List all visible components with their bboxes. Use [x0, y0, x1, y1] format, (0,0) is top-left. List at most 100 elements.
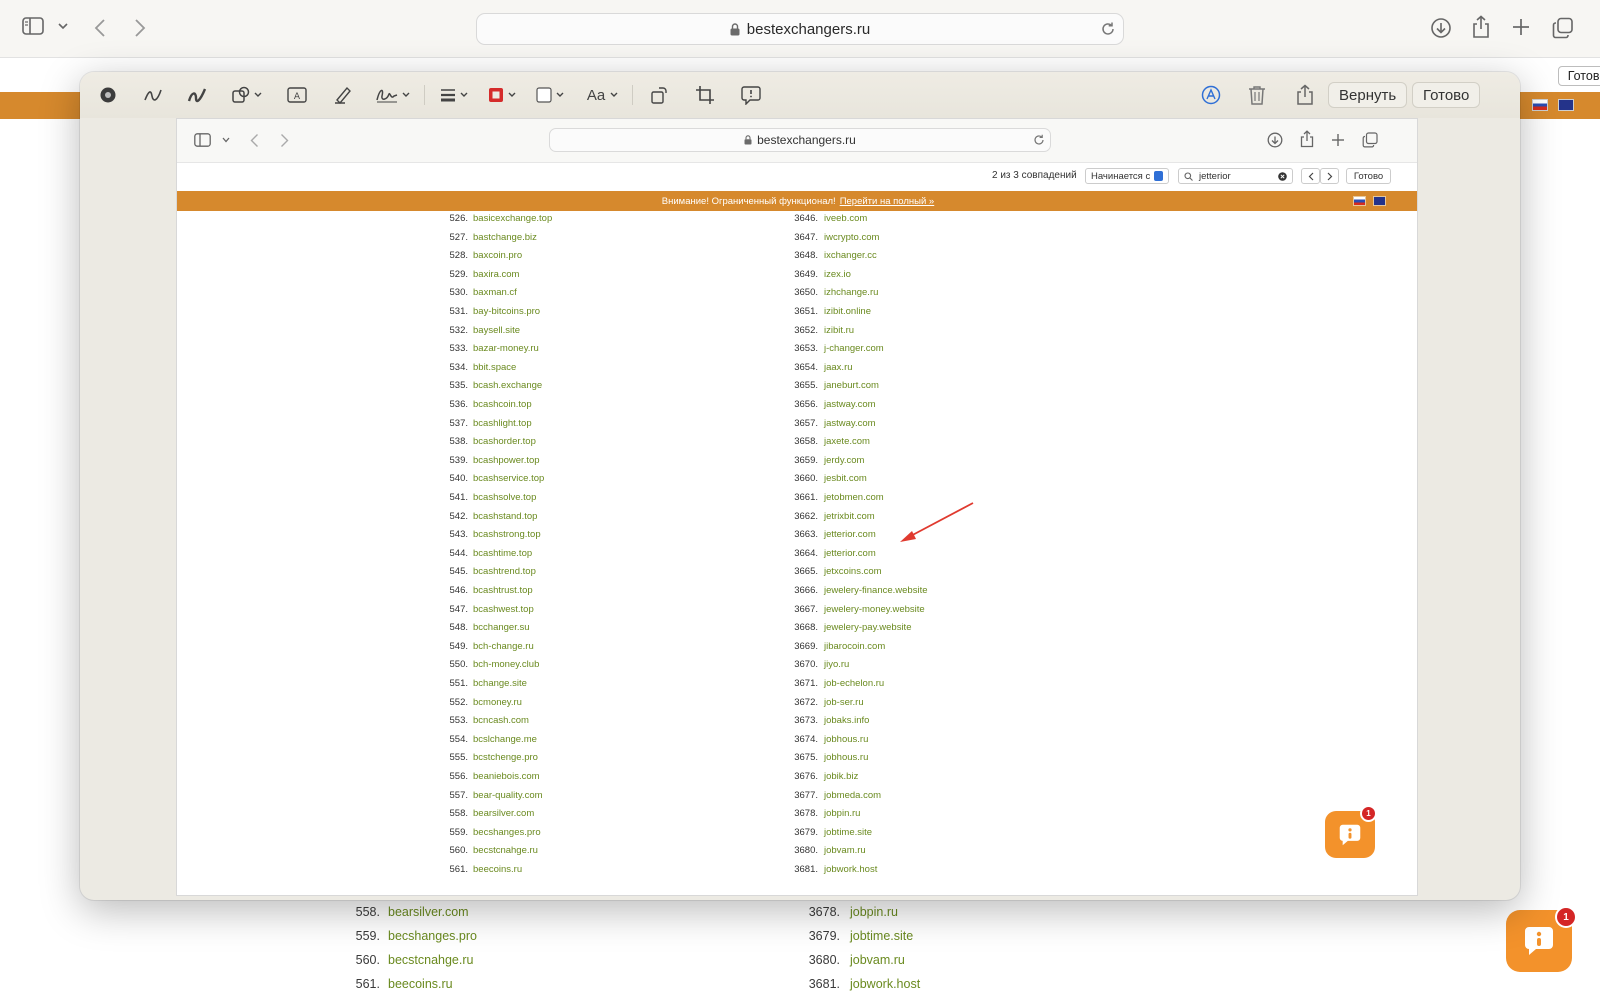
back-icon[interactable] — [94, 18, 106, 38]
exchanger-link[interactable]: bastchange.biz — [473, 228, 537, 247]
exchanger-link[interactable]: becstcnahge.ru — [473, 841, 538, 860]
exchanger-link[interactable]: janeburt.com — [824, 376, 879, 395]
exchanger-link[interactable]: bear-quality.com — [473, 786, 543, 805]
exchanger-link[interactable]: bcashstrong.top — [473, 525, 541, 544]
exchanger-link[interactable]: j-changer.com — [824, 339, 884, 358]
exchanger-link[interactable]: baxman.cf — [473, 283, 517, 302]
exchanger-link[interactable]: bcchanger.su — [473, 618, 530, 637]
record-icon[interactable] — [95, 82, 121, 108]
exchanger-link[interactable]: jesbit.com — [824, 469, 867, 488]
exchanger-link[interactable]: baxcoin.pro — [473, 246, 522, 265]
exchanger-link[interactable]: jastway.com — [824, 414, 876, 433]
signature-icon[interactable] — [374, 82, 414, 108]
exchanger-link[interactable]: bcashorder.top — [473, 432, 536, 451]
exchanger-link[interactable]: iwcrypto.com — [824, 228, 879, 247]
fill-color-icon[interactable] — [534, 82, 570, 108]
exchanger-link[interactable]: jewelery-money.website — [824, 600, 925, 619]
chevron-down-icon[interactable] — [58, 22, 68, 30]
exchanger-link[interactable]: bcashcoin.top — [473, 395, 532, 414]
exchanger-link[interactable]: beecoins.ru — [473, 860, 522, 879]
exchanger-link[interactable]: izex.io — [824, 265, 851, 284]
exchanger-link[interactable]: jetobmen.com — [824, 488, 884, 507]
exchanger-link[interactable]: bcashsolve.top — [473, 488, 536, 507]
exchanger-link[interactable]: iveeb.com — [824, 209, 867, 228]
exchanger-link[interactable]: jaxete.com — [824, 432, 870, 451]
exchanger-link[interactable]: jobwork.host — [824, 860, 877, 879]
exchanger-link[interactable]: bch-change.ru — [473, 637, 534, 656]
trash-icon[interactable] — [1244, 82, 1270, 108]
done-button[interactable]: Готово — [1412, 82, 1481, 108]
revert-button[interactable]: Вернуть — [1328, 82, 1408, 108]
exchanger-link[interactable]: becstcnahge.ru — [388, 948, 473, 972]
exchanger-link[interactable]: jewelery-pay.website — [824, 618, 911, 637]
exchanger-link[interactable]: jastway.com — [824, 395, 876, 414]
download-icon[interactable] — [1430, 17, 1452, 39]
exchanger-link[interactable]: jetxcoins.com — [824, 562, 882, 581]
exchanger-link[interactable]: bbit.space — [473, 358, 516, 377]
exchanger-link[interactable]: job-ser.ru — [824, 693, 864, 712]
exchanger-link[interactable]: bcncash.com — [473, 711, 529, 730]
exchanger-link[interactable]: jerdy.com — [824, 451, 864, 470]
shapes-icon[interactable] — [230, 82, 266, 108]
share-icon[interactable] — [1292, 82, 1318, 108]
exchanger-link[interactable]: bcmoney.ru — [473, 693, 522, 712]
draw-icon[interactable] — [184, 82, 210, 108]
exchanger-link[interactable]: izhchange.ru — [824, 283, 878, 302]
autofill-icon[interactable] — [1198, 82, 1224, 108]
exchanger-link[interactable]: baysell.site — [473, 321, 520, 340]
exchanger-link[interactable]: job-echelon.ru — [824, 674, 884, 693]
exchanger-link[interactable]: bcash.exchange — [473, 376, 542, 395]
exchanger-link[interactable]: jobik.biz — [824, 767, 858, 786]
exchanger-link[interactable]: jetrixbit.com — [824, 507, 875, 526]
exchanger-link[interactable]: bcashpower.top — [473, 451, 540, 470]
crop-icon[interactable] — [692, 82, 718, 108]
description-icon[interactable] — [738, 82, 764, 108]
sidebar-icon[interactable] — [22, 17, 44, 35]
exchanger-link[interactable]: bcashtrend.top — [473, 562, 536, 581]
exchanger-link[interactable]: bcslchange.me — [473, 730, 537, 749]
exchanger-link[interactable]: bcstchenge.pro — [473, 748, 538, 767]
exchanger-link[interactable]: jobtime.site — [824, 823, 872, 842]
exchanger-link[interactable]: bay-bitcoins.pro — [473, 302, 540, 321]
english-flag-icon[interactable] — [1558, 99, 1574, 111]
exchanger-link[interactable]: jibarocoin.com — [824, 637, 885, 656]
exchanger-link[interactable]: jobwork.host — [850, 972, 920, 996]
exchanger-link[interactable]: becshanges.pro — [473, 823, 541, 842]
exchanger-link[interactable]: jobhous.ru — [824, 748, 868, 767]
exchanger-link[interactable]: jetterior.com — [824, 525, 876, 544]
exchanger-link[interactable]: jobvam.ru — [824, 841, 866, 860]
exchanger-link[interactable]: jobaks.info — [824, 711, 869, 730]
exchanger-link[interactable]: jobpin.ru — [850, 900, 898, 924]
line-style-icon[interactable] — [438, 82, 474, 108]
exchanger-link[interactable]: izibit.online — [824, 302, 871, 321]
exchanger-link[interactable]: bearsilver.com — [473, 804, 534, 823]
exchanger-link[interactable]: jobpin.ru — [824, 804, 860, 823]
sketch-icon[interactable] — [140, 82, 166, 108]
border-color-icon[interactable] — [486, 82, 522, 108]
exchanger-link[interactable]: bazar-money.ru — [473, 339, 539, 358]
exchanger-link[interactable]: bcashtrust.top — [473, 581, 533, 600]
exchanger-link[interactable]: jobtime.site — [850, 924, 913, 948]
exchanger-link[interactable]: izibit.ru — [824, 321, 854, 340]
exchanger-link[interactable]: bchange.site — [473, 674, 527, 693]
exchanger-link[interactable]: basicexchange.top — [473, 209, 552, 228]
reload-icon[interactable] — [1100, 21, 1116, 37]
exchanger-link[interactable]: bcashwest.top — [473, 600, 534, 619]
exchanger-link[interactable]: jobmeda.com — [824, 786, 881, 805]
exchanger-link[interactable]: jetterior.com — [824, 544, 876, 563]
exchanger-link[interactable]: bearsilver.com — [388, 900, 469, 924]
exchanger-link[interactable]: bcashservice.top — [473, 469, 544, 488]
text-box-icon[interactable]: A — [284, 82, 310, 108]
rotate-icon[interactable] — [646, 82, 672, 108]
exchanger-link[interactable]: jiyo.ru — [824, 655, 849, 674]
tabs-overview-icon[interactable] — [1552, 17, 1574, 39]
exchanger-link[interactable]: beaniebois.com — [473, 767, 540, 786]
exchanger-link[interactable]: jaax.ru — [824, 358, 853, 377]
exchanger-link[interactable]: ixchanger.cc — [824, 246, 877, 265]
russian-flag-icon[interactable] — [1532, 99, 1548, 111]
exchanger-link[interactable]: jobhous.ru — [824, 730, 868, 749]
background-done-button[interactable]: Готово — [1558, 66, 1600, 86]
address-bar[interactable]: bestexchangers.ru — [476, 13, 1124, 45]
highlight-icon[interactable] — [330, 82, 356, 108]
exchanger-link[interactable]: jobvam.ru — [850, 948, 905, 972]
